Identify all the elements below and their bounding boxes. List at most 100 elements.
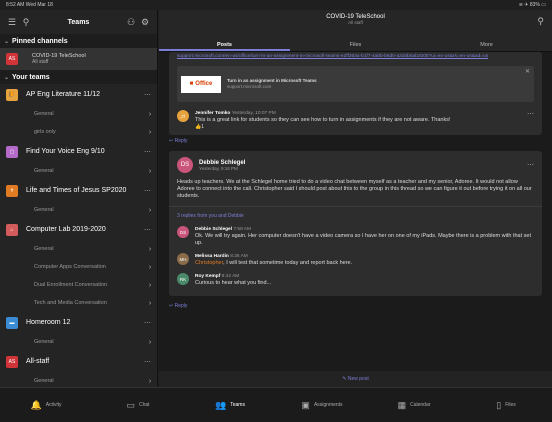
appbar-calendar[interactable]: ▦ Calendar: [368, 400, 460, 411]
channel-item[interactable]: General ›: [0, 372, 157, 387]
more-options-icon[interactable]: ⋯: [137, 187, 151, 195]
channel-item[interactable]: General ›: [0, 240, 157, 258]
team-item[interactable]: 📙 AP Eng Literature 11/12 ⋯: [0, 84, 157, 105]
reply-text: Curious to hear what you find...: [195, 280, 272, 286]
team-avatar: ▬: [6, 316, 18, 329]
search-icon[interactable]: ⚲: [19, 17, 33, 28]
more-options-icon[interactable]: ⋯: [137, 226, 151, 234]
support-link[interactable]: support.microsoft.com/en-us/office/turn-…: [169, 52, 542, 62]
team-item[interactable]: AS All-staff ⋯: [0, 351, 157, 372]
chevron-right-icon: ›: [148, 263, 152, 271]
office-logo: ■ Office: [181, 75, 221, 93]
channel-item[interactable]: girls only ›: [0, 123, 157, 141]
posts-feed[interactable]: support.microsoft.com/en-us/office/turn-…: [159, 52, 552, 375]
status-battery: ≋ ✈ 83% ▭: [518, 2, 546, 8]
pinned-text: COVID-19 TeleSchool All staff: [32, 53, 86, 65]
pinned-sub: All staff: [32, 59, 49, 65]
channel-item[interactable]: General ›: [0, 105, 157, 123]
thread-post: DS Debbie Schlegel Yesterday, 9:16 PM ⋯ …: [169, 151, 542, 296]
reply-time: 8:36 AM: [230, 254, 248, 259]
channel-item[interactable]: Tech and Media Conversation ›: [0, 294, 157, 312]
hamburger-icon[interactable]: ☰: [5, 17, 19, 28]
appbar-label: Files: [505, 402, 516, 408]
post-header: DS Debbie Schlegel Yesterday, 9:16 PM ⋯: [177, 157, 534, 173]
reply-author-name: Jennifer Tomko: [195, 111, 231, 116]
reply-text: This is a great link for students so the…: [195, 117, 451, 123]
avatar: DS: [177, 157, 193, 173]
sidebar-header: ☰ ⚲ Teams ⚇ ⚙: [0, 10, 157, 34]
more-options-icon[interactable]: ⋯: [137, 358, 151, 366]
appbar-chat[interactable]: ▭ Chat: [92, 400, 184, 411]
tab-files[interactable]: Files: [290, 38, 421, 51]
link-preview-card[interactable]: ■ Office Turn in an assignment in Microso…: [177, 66, 534, 102]
channel-item[interactable]: Computer Apps Conversation ›: [0, 258, 157, 276]
reply-item: RK Roy Kempf 8:42 AM Curious to hear what …: [177, 270, 534, 290]
channel-item[interactable]: Dual Enrollment Conversation ›: [0, 276, 157, 294]
app-bar: 🔔 Activity ▭ Chat 👥 Teams ▣ Assignments ▦ Calenda…: [0, 387, 552, 422]
reply-item: DS Debbie Schlegel 7:58 AM Ok. We will try…: [177, 223, 534, 250]
new-post-button[interactable]: ✎ New post: [159, 371, 552, 387]
close-icon[interactable]: ✕: [525, 68, 530, 75]
status-time: 8:52 AM Wed Mar 18: [6, 2, 53, 8]
teams-section-header[interactable]: ⌄ Your teams: [0, 70, 157, 84]
reply-author: Debbie Schlegel 7:58 AM: [195, 226, 534, 233]
team-avatar: ✝: [6, 184, 18, 197]
replies-list: DS Debbie Schlegel 7:58 AM Ok. We will try…: [177, 223, 534, 290]
tab-posts[interactable]: Posts: [159, 38, 290, 51]
appbar-activity[interactable]: 🔔 Activity: [0, 400, 92, 411]
activity-icon: 🔔: [30, 399, 42, 410]
reply-item: MH Melissa Hardin 8:36 AM Christopher, I w…: [177, 250, 534, 270]
channel-item[interactable]: General ›: [0, 333, 157, 351]
mention[interactable]: Christopher: [195, 260, 223, 266]
team-item[interactable]: ▢ Find Your Voice Eng 9/10 ⋯: [0, 141, 157, 162]
channel-label: General: [34, 207, 54, 213]
status-bar: 8:52 AM Wed Mar 18 ≋ ✈ 83% ▭: [0, 0, 552, 10]
team-name: Life and Times of Jesus SP2020: [26, 187, 127, 194]
pinned-section-header[interactable]: ⌄ Pinned channels: [0, 34, 157, 48]
team-item[interactable]: ⌂ Computer Lab 2019-2020 ⋯: [0, 219, 157, 240]
team-avatar: 📙: [6, 88, 18, 101]
reply-button[interactable]: ↩ Reply: [159, 300, 552, 312]
replies-count[interactable]: 3 replies from you and Debbie: [177, 213, 534, 219]
chevron-right-icon: ›: [148, 110, 152, 118]
more-options-icon[interactable]: ⋯: [137, 148, 151, 156]
reply-button[interactable]: ↩ Reply: [159, 135, 552, 147]
appbar-label: Calendar: [410, 402, 431, 408]
appbar-assignments[interactable]: ▣ Assignments: [276, 400, 368, 411]
reply-author: Melissa Hardin 8:36 AM: [195, 253, 534, 260]
team-avatar: AS: [6, 355, 18, 368]
channel-pane: COVID-19 TeleSchool All staff ⚲ Posts Fi…: [159, 10, 552, 387]
team-avatar: ⌂: [6, 223, 18, 236]
reply-author-name: Debbie Schlegel: [195, 227, 233, 232]
channel-item[interactable]: General ›: [0, 162, 157, 180]
gear-icon[interactable]: ⚙: [138, 17, 152, 28]
more-options-icon[interactable]: ⋯: [137, 319, 151, 327]
reply-author-name: Melissa Hardin: [195, 254, 229, 259]
more-options-icon[interactable]: ⋯: [527, 161, 534, 169]
channel-label: girls only: [34, 129, 56, 135]
channel-label: Dual Enrollment Conversation: [34, 282, 108, 288]
meet-now-icon[interactable]: ⚲: [537, 16, 544, 27]
channel-item[interactable]: General ›: [0, 201, 157, 219]
teams-icon: 👥: [215, 399, 227, 410]
team-item[interactable]: ▬ Homeroom 12 ⋯: [0, 312, 157, 333]
channel-tabs: Posts Files More: [159, 38, 552, 52]
appbar-files[interactable]: ▯ Files: [460, 400, 552, 411]
pinned-avatar: AS: [6, 53, 18, 65]
chevron-right-icon: ›: [148, 377, 152, 385]
link-post: support.microsoft.com/en-us/office/turn-…: [169, 52, 542, 135]
more-options-icon[interactable]: ⋯: [527, 110, 534, 131]
team-name: Find Your Voice Eng 9/10: [26, 148, 105, 155]
post-author: Debbie Schlegel: [199, 159, 246, 166]
chevron-right-icon: ›: [148, 299, 152, 307]
pinned-channel[interactable]: AS COVID-19 TeleSchool All staff: [0, 48, 157, 70]
appbar-label: Chat: [138, 402, 150, 408]
like-reaction[interactable]: 👍1: [195, 124, 527, 131]
tab-more[interactable]: More: [421, 38, 552, 51]
team-item[interactable]: ✝ Life and Times of Jesus SP2020 ⋯: [0, 180, 157, 201]
add-people-icon[interactable]: ⚇: [124, 17, 138, 28]
link-preview-url: support.microsoft.com: [227, 84, 272, 89]
reply-body: Roy Kempf 8:42 AM Curious to hear what yo…: [195, 273, 534, 287]
more-options-icon[interactable]: ⋯: [137, 91, 151, 99]
appbar-teams[interactable]: 👥 Teams: [184, 400, 276, 411]
